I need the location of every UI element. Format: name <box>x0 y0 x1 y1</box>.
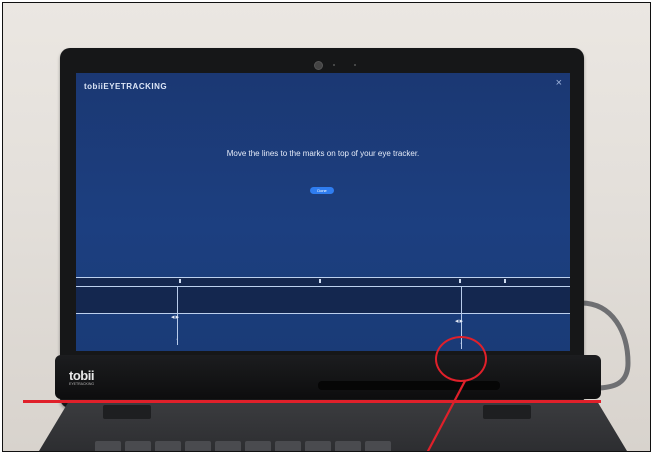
photo-frame: tobiiEYETRACKING × Move the lines to the… <box>2 2 651 452</box>
annotation-pointer <box>426 380 466 451</box>
